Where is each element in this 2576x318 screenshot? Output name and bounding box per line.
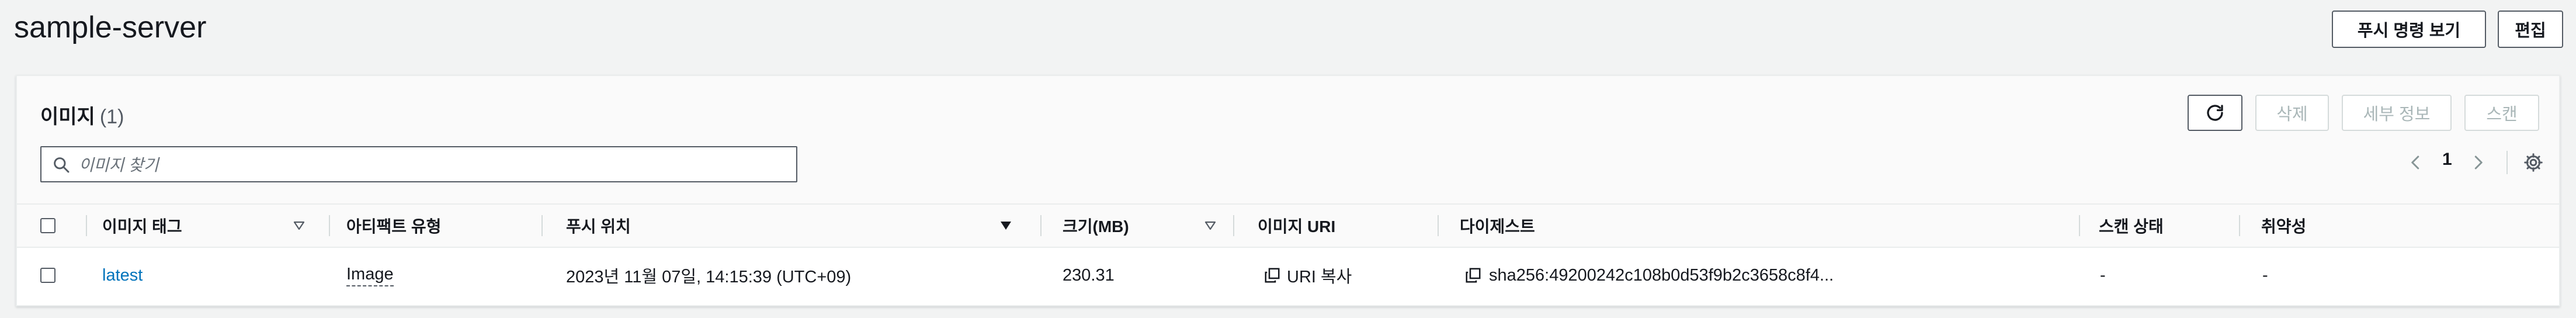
column-label: 크기(MB) bbox=[1063, 217, 1129, 236]
vulnerabilities-value: - bbox=[2262, 265, 2268, 285]
artifact-type-value[interactable]: Image bbox=[346, 265, 394, 286]
column-label: 다이제스트 bbox=[1460, 217, 1535, 236]
chevron-right-icon[interactable] bbox=[2469, 152, 2487, 173]
column-header-size[interactable]: 크기(MB) bbox=[1063, 205, 1238, 247]
column-header-vulnerabilities[interactable]: 취약성 bbox=[2261, 205, 2378, 247]
pager-divider bbox=[2506, 151, 2508, 174]
column-divider bbox=[86, 215, 87, 236]
images-panel-title: 이미지 (1) bbox=[40, 101, 124, 129]
column-header-artifact-type[interactable]: 아티팩트 유형 bbox=[346, 205, 539, 247]
digest-value: sha256:49200242c108b0d53f9b2c3658c8f4... bbox=[1489, 265, 1834, 285]
column-label: 푸시 위치 bbox=[566, 217, 631, 236]
edit-button[interactable]: 편집 bbox=[2498, 11, 2563, 48]
column-label: 취약성 bbox=[2261, 217, 2307, 236]
sort-desc-icon bbox=[1001, 222, 1011, 230]
images-panel: 이미지(1) 삭제 세부 정보 스캔 1 bbox=[16, 75, 2560, 306]
row-vulnerabilities: - bbox=[2262, 248, 2268, 303]
column-divider bbox=[1040, 215, 1041, 236]
scan-status-value: - bbox=[2100, 265, 2106, 285]
row-size: 230.31 bbox=[1063, 248, 1115, 303]
column-header-pushed-at[interactable]: 푸시 위치 bbox=[566, 205, 1022, 247]
row-pushed-at: 2023년 11월 07일, 14:15:39 (UTC+09) bbox=[566, 248, 851, 303]
column-label: 스캔 상태 bbox=[2099, 217, 2164, 236]
chevron-left-icon[interactable] bbox=[2407, 152, 2425, 173]
search-icon bbox=[54, 157, 70, 173]
row-scan-status: - bbox=[2100, 248, 2106, 303]
column-divider bbox=[2079, 215, 2080, 236]
column-label: 아티팩트 유형 bbox=[346, 217, 442, 236]
column-divider bbox=[1233, 215, 1234, 236]
select-all-checkbox[interactable] bbox=[40, 218, 55, 233]
column-label: 이미지 태그 bbox=[102, 217, 182, 236]
gear-icon[interactable] bbox=[2523, 152, 2544, 173]
delete-button[interactable]: 삭제 bbox=[2255, 95, 2329, 131]
column-divider bbox=[329, 215, 330, 236]
images-count: (1) bbox=[99, 106, 124, 128]
column-header-image-tag[interactable]: 이미지 태그 bbox=[102, 205, 324, 247]
sort-caret-icon bbox=[293, 221, 305, 230]
image-search-input[interactable] bbox=[78, 152, 781, 179]
row-image-tag[interactable]: latest bbox=[102, 248, 143, 303]
size-value: 230.31 bbox=[1063, 265, 1115, 285]
row-checkbox[interactable] bbox=[40, 268, 55, 283]
copy-icon bbox=[1265, 268, 1280, 283]
view-push-commands-button[interactable]: 푸시 명령 보기 bbox=[2332, 11, 2486, 48]
column-divider bbox=[1438, 215, 1439, 236]
column-header-scan-status[interactable]: 스캔 상태 bbox=[2099, 205, 2216, 247]
copy-icon[interactable] bbox=[1464, 267, 1482, 284]
scan-button[interactable]: 스캔 bbox=[2464, 95, 2539, 131]
pushed-at-value: 2023년 11월 07일, 14:15:39 (UTC+09) bbox=[566, 268, 852, 286]
column-divider bbox=[2239, 215, 2240, 236]
row-artifact-type: Image bbox=[346, 248, 394, 303]
details-button[interactable]: 세부 정보 bbox=[2342, 95, 2452, 131]
table-header: 이미지 태그 아티팩트 유형 푸시 위치 크기(MB) 이미지 URI 다이제스… bbox=[17, 205, 2559, 248]
column-header-image-uri[interactable]: 이미지 URI bbox=[1258, 205, 1433, 247]
images-panel-header: 이미지(1) 삭제 세부 정보 스캔 1 bbox=[17, 76, 2559, 205]
column-header-digest[interactable]: 다이제스트 bbox=[1460, 205, 1752, 247]
table-row[interactable]: latest Image 2023년 11월 07일, 14:15:39 (UT… bbox=[17, 248, 2559, 303]
copy-uri-label: URI 복사 bbox=[1287, 268, 1352, 286]
page-number[interactable]: 1 bbox=[2442, 150, 2452, 170]
images-title-text: 이미지 bbox=[40, 106, 95, 128]
copy-uri-button[interactable]: URI 복사 bbox=[1263, 248, 1352, 303]
refresh-button[interactable] bbox=[2188, 95, 2242, 131]
image-tag-link[interactable]: latest bbox=[102, 266, 143, 285]
row-digest[interactable]: sha256:49200242c108b0d53f9b2c3658c8f4... bbox=[1464, 248, 1834, 303]
refresh-icon bbox=[2207, 105, 2223, 121]
column-divider bbox=[541, 215, 543, 236]
page-title: sample-server bbox=[14, 11, 207, 44]
image-search-box[interactable] bbox=[40, 146, 797, 182]
column-label: 이미지 URI bbox=[1258, 217, 1336, 236]
sort-caret-icon bbox=[1204, 221, 1216, 230]
